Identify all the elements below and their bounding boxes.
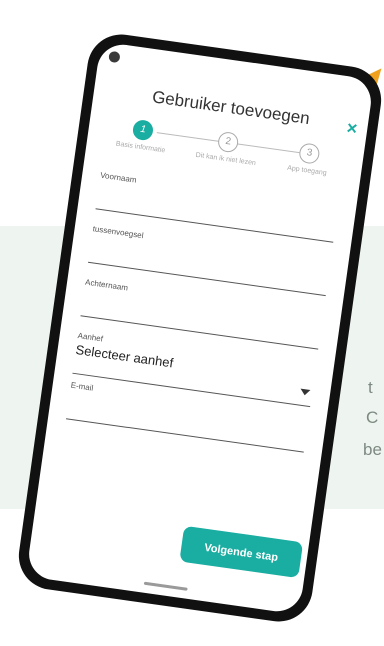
background-text-3: be xyxy=(363,440,382,459)
home-indicator xyxy=(143,581,188,591)
background-text-1: t xyxy=(368,378,373,397)
step-1-circle: 1 xyxy=(131,118,155,142)
email-underline xyxy=(65,418,304,453)
step-2-circle: 2 xyxy=(216,130,240,154)
step-3[interactable]: 3 App toegang xyxy=(269,138,349,179)
step-3-circle: 3 xyxy=(298,142,321,165)
chevron-down-icon[interactable] xyxy=(299,388,311,396)
step-1[interactable]: 1 Basis informatie xyxy=(102,115,182,156)
background-text-2: C xyxy=(366,408,379,427)
step-1-label: Basis informatie xyxy=(115,140,166,155)
step-3-label: App toegang xyxy=(286,164,328,178)
step-2[interactable]: 2 Dit kan ik niet lezen xyxy=(188,127,268,168)
next-step-button[interactable]: Volgende stap xyxy=(179,525,304,579)
camera-icon xyxy=(108,50,121,64)
phone-screen: Gebruiker toevoegen × 1 Basis informatie… xyxy=(25,41,375,615)
phone-frame: Gebruiker toevoegen × 1 Basis informatie… xyxy=(14,30,384,626)
step-2-label: Dit kan ik niet lezen xyxy=(195,151,257,168)
